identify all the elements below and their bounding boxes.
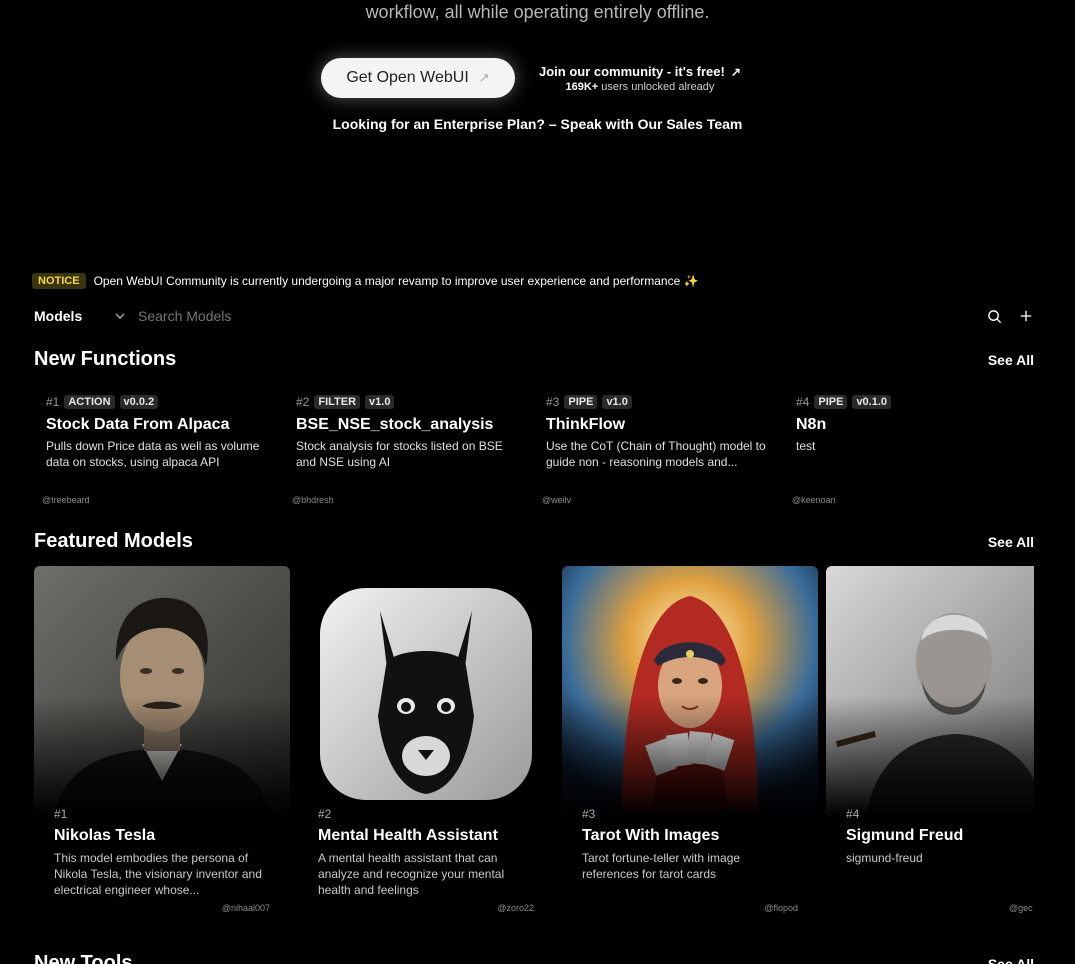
hero-subtitle: workflow, all while operating entirely o… (365, 2, 710, 22)
function-card[interactable]: #2 FILTER v1.0 BSE_NSE_stock_analysis St… (284, 395, 534, 507)
community-count: 169K+ (565, 80, 599, 93)
function-author[interactable]: @weilv (542, 495, 571, 505)
model-author[interactable]: @flopod (764, 903, 798, 913)
function-type-tag: ACTION (64, 395, 115, 409)
model-image (298, 566, 554, 816)
search-input[interactable] (138, 308, 838, 324)
community-link[interactable]: Join our community - it's free! ↗ 169K+ u… (539, 64, 741, 93)
function-type-tag: FILTER (314, 395, 361, 409)
plus-icon[interactable] (1018, 308, 1034, 324)
function-description: Stock analysis for stocks listed on BSE … (296, 439, 503, 469)
model-name: Sigmund Freud (846, 827, 964, 844)
see-all-tools-link[interactable]: See All (988, 956, 1034, 964)
external-arrow-icon: ↗ (478, 70, 490, 85)
function-type-tag: PIPE (814, 395, 848, 409)
model-name: Tarot With Images (582, 827, 720, 844)
category-select[interactable]: Models (34, 308, 112, 324)
model-description: sigmund-freud (846, 851, 923, 865)
function-description: Pulls down Price data as well as volume … (46, 439, 260, 469)
function-type-tag: PIPE (564, 395, 598, 409)
model-description: A mental health assistant that can analy… (318, 851, 505, 897)
function-version-tag: v1.0 (365, 395, 395, 409)
model-name: Mental Health Assistant (318, 827, 498, 844)
enterprise-sales-link[interactable]: Looking for an Enterprise Plan? – Speak … (0, 116, 1075, 132)
function-version-tag: v0.1.0 (852, 395, 892, 409)
search-bar: Models (34, 305, 1034, 327)
model-rank: #1 (54, 807, 68, 821)
section-title: New Functions (34, 348, 177, 370)
function-name: N8n (796, 416, 827, 433)
featured-models-list: #1 Nikolas Tesla This model embodies the… (34, 566, 1034, 926)
function-name: ThinkFlow (546, 416, 626, 433)
model-card[interactable]: #3 Tarot With Images Tarot fortune-telle… (562, 566, 818, 916)
featured-models-header: Featured Models See All (34, 530, 1034, 553)
cta-row: Get Open WebUI ↗ Join our community - it… (321, 58, 741, 98)
model-name: Nikolas Tesla (54, 827, 156, 844)
model-card[interactable]: #4 Sigmund Freud sigmund-freud @gec (826, 566, 1034, 916)
notice-badge: NOTICE (32, 273, 86, 289)
community-suffix: users unlocked already (601, 80, 715, 93)
model-image (562, 566, 818, 816)
function-rank: #4 (796, 395, 810, 409)
see-all-models-link[interactable]: See All (988, 534, 1034, 550)
model-rank: #3 (582, 807, 596, 821)
model-author[interactable]: @gec (1009, 903, 1033, 913)
functions-list: #1 ACTION v0.0.2 Stock Data From Alpaca … (34, 395, 1034, 507)
function-rank: #1 (46, 395, 60, 409)
model-description: Tarot fortune-teller with image referenc… (582, 851, 741, 881)
see-all-functions-link[interactable]: See All (988, 352, 1034, 368)
section-title: Featured Models (34, 530, 193, 552)
function-author[interactable]: @keenoan (792, 495, 836, 505)
function-rank: #2 (296, 395, 310, 409)
get-open-webui-button[interactable]: Get Open WebUI ↗ (321, 58, 515, 98)
function-author[interactable]: @treebeard (42, 495, 90, 505)
function-card[interactable]: #4 PIPE v0.1.0 N8n test @keenoan (784, 395, 1034, 507)
chevron-down-icon[interactable] (112, 308, 128, 324)
function-card[interactable]: #3 PIPE v1.0 ThinkFlow Use the CoT (Chai… (534, 395, 784, 507)
get-open-webui-label: Get Open WebUI (346, 69, 469, 86)
function-version-tag: v1.0 (602, 395, 632, 409)
external-arrow-icon: ↗ (730, 64, 741, 79)
model-image (34, 566, 290, 816)
function-author[interactable]: @bhdresh (292, 495, 334, 505)
model-author[interactable]: @nihaal007 (222, 903, 270, 913)
function-description: test (796, 439, 816, 453)
model-author[interactable]: @zoro22 (497, 903, 534, 913)
model-card[interactable]: #1 Nikolas Tesla This model embodies the… (34, 566, 290, 916)
function-rank: #3 (546, 395, 560, 409)
model-card[interactable]: #2 Mental Health Assistant A mental heal… (298, 566, 554, 916)
model-image (826, 566, 1034, 816)
function-description: Use the CoT (Chain of Thought) model to … (546, 439, 766, 469)
new-functions-header: New Functions See All (34, 348, 1034, 371)
function-card[interactable]: #1 ACTION v0.0.2 Stock Data From Alpaca … (34, 395, 284, 507)
notice-banner: NOTICE Open WebUI Community is currently… (32, 273, 699, 289)
notice-text: Open WebUI Community is currently underg… (93, 274, 699, 288)
model-description: This model embodies the persona of Nikol… (54, 851, 262, 897)
model-rank: #4 (846, 807, 860, 821)
search-icon[interactable] (986, 308, 1002, 324)
section-title: New Tools (34, 952, 133, 964)
new-tools-header: New Tools See All (34, 952, 1034, 964)
model-rank: #2 (318, 807, 332, 821)
function-version-tag: v0.0.2 (119, 395, 159, 409)
function-name: Stock Data From Alpaca (46, 416, 230, 433)
community-title: Join our community - it's free! (539, 63, 725, 79)
function-name: BSE_NSE_stock_analysis (296, 416, 494, 433)
